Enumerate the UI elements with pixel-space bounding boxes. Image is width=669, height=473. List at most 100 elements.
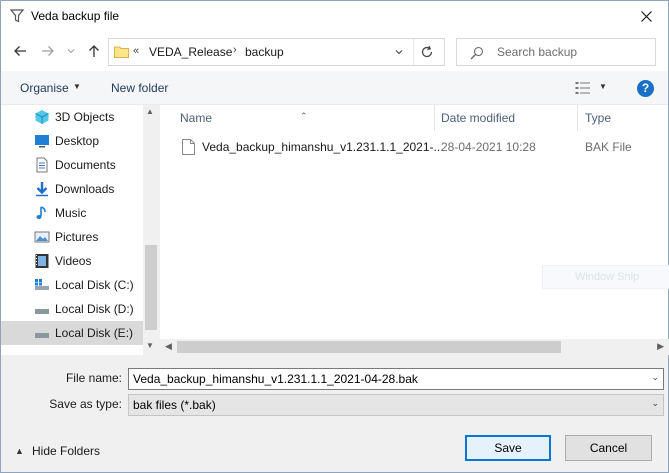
save-form: File name: Veda_backup_himanshu_v1.231.1… bbox=[1, 355, 668, 472]
view-options-dropdown-icon[interactable]: ▼ bbox=[599, 82, 607, 91]
breadcrumb-overflow[interactable]: « bbox=[133, 45, 139, 57]
title-bar: Veda backup file bbox=[1, 1, 668, 32]
new-folder-button[interactable]: New folder bbox=[111, 81, 168, 95]
sidebar-item-downloads[interactable]: Downloads bbox=[1, 177, 143, 201]
file-name-label: File name: bbox=[65, 371, 122, 385]
address-history-dropdown-icon[interactable] bbox=[393, 45, 405, 59]
scroll-down-icon[interactable]: ▼ bbox=[146, 341, 154, 350]
sidebar-item-label: Downloads bbox=[55, 182, 115, 196]
save-as-type-dropdown-icon[interactable]: ⌄ bbox=[651, 398, 659, 409]
address-divider bbox=[413, 39, 414, 65]
save-as-type-label: Save as type: bbox=[49, 397, 122, 411]
sidebar-item-local-disk-e[interactable]: Local Disk (E:) bbox=[1, 321, 143, 345]
sidebar-item-local-disk-d[interactable]: Local Disk (D:) bbox=[1, 297, 143, 321]
drive-d-icon bbox=[35, 309, 49, 314]
sidebar-item-music[interactable]: Music bbox=[1, 201, 143, 225]
window-snip-overlay: Window Snip bbox=[542, 265, 669, 289]
cancel-button[interactable]: Cancel bbox=[565, 435, 652, 461]
scroll-up-icon[interactable]: ▲ bbox=[146, 107, 154, 116]
command-toolbar: Organise ▼ New folder ▼ ? bbox=[1, 71, 668, 105]
help-button[interactable]: ? bbox=[637, 80, 654, 97]
videos-icon bbox=[35, 254, 49, 268]
sidebar-scrollbar[interactable]: ▲ ▼ bbox=[143, 105, 159, 355]
address-bar[interactable]: « VEDA_Release › backup bbox=[108, 38, 445, 66]
file-name-value: Veda_backup_himanshu_v1.231.1.1_2021-04-… bbox=[133, 372, 418, 386]
save-as-type-select[interactable]: bak files (*.bak) ⌄ bbox=[128, 394, 664, 416]
file-list-pane: ⌃ Name Date modified Type Veda_backup_hi… bbox=[159, 105, 669, 355]
organise-menu-button[interactable]: Organise bbox=[20, 81, 69, 95]
close-icon bbox=[640, 10, 652, 22]
save-as-type-value: bak files (*.bak) bbox=[133, 398, 216, 412]
save-button[interactable]: Save bbox=[465, 435, 551, 461]
file-type: BAK File bbox=[585, 140, 632, 154]
arrow-right-icon bbox=[42, 46, 54, 56]
navigation-bar: « VEDA_Release › backup Search backup bbox=[1, 32, 668, 71]
file-icon bbox=[182, 139, 195, 155]
column-header-name[interactable]: ⌃ Name bbox=[160, 105, 434, 131]
hide-folders-label: Hide Folders bbox=[32, 444, 101, 458]
navigation-pane: 3D Objects Desktop Documents Downloads M… bbox=[1, 105, 159, 355]
sidebar-item-documents[interactable]: Documents bbox=[1, 153, 143, 177]
window-snip-label: Window Snip bbox=[575, 271, 640, 283]
sidebar-item-label: Pictures bbox=[55, 230, 99, 244]
breadcrumb-separator[interactable]: › bbox=[233, 44, 237, 56]
scroll-left-icon[interactable]: ◀ bbox=[165, 341, 172, 352]
column-header-label: Type bbox=[585, 111, 612, 125]
file-row[interactable]: Veda_backup_himanshu_v1.231.1.1_2021-...… bbox=[178, 137, 658, 157]
search-icon bbox=[470, 46, 484, 60]
breadcrumb-item-backup[interactable]: backup bbox=[245, 45, 284, 59]
chevron-up-icon: ▲ bbox=[15, 446, 24, 456]
sidebar-item-local-disk-c[interactable]: Local Disk (C:) bbox=[1, 273, 143, 297]
up-folder-button[interactable] bbox=[85, 42, 103, 60]
breadcrumb-item-veda-release[interactable]: VEDA_Release bbox=[149, 45, 232, 59]
music-icon bbox=[36, 206, 46, 219]
forward-button[interactable] bbox=[39, 42, 57, 60]
refresh-icon[interactable] bbox=[420, 45, 434, 59]
sidebar-item-label: Local Disk (C:) bbox=[55, 278, 134, 292]
column-header-type[interactable]: Type bbox=[578, 105, 669, 131]
close-button[interactable] bbox=[632, 5, 660, 27]
sidebar-item-pictures[interactable]: Pictures bbox=[1, 225, 143, 249]
back-button[interactable] bbox=[11, 42, 29, 60]
search-field[interactable]: Search backup bbox=[456, 38, 656, 66]
search-placeholder: Search backup bbox=[497, 45, 578, 59]
folder-icon bbox=[114, 46, 129, 58]
horizontal-scrollbar[interactable]: ◀ ▶ bbox=[160, 339, 669, 355]
file-name-dropdown-icon[interactable]: ⌄ bbox=[651, 372, 659, 383]
arrow-up-icon bbox=[89, 45, 99, 57]
recent-locations-button[interactable] bbox=[64, 42, 78, 60]
sidebar-item-label: Desktop bbox=[55, 134, 100, 148]
column-header-label: Date modified bbox=[441, 111, 516, 125]
file-name-input[interactable]: Veda_backup_himanshu_v1.231.1.1_2021-04-… bbox=[128, 368, 664, 390]
sidebar-item-label: Local Disk (E:) bbox=[55, 326, 134, 340]
view-details-icon[interactable] bbox=[575, 81, 591, 95]
arrow-left-icon bbox=[14, 46, 26, 56]
file-name: Veda_backup_himanshu_v1.231.1.1_2021-... bbox=[202, 140, 444, 154]
save-file-dialog: Veda backup file « VEDA_Release › backup… bbox=[0, 0, 669, 473]
scroll-right-icon[interactable]: ▶ bbox=[657, 341, 664, 352]
sidebar-item-label: Music bbox=[55, 206, 87, 220]
desktop-icon bbox=[35, 135, 49, 148]
sidebar-item-label: 3D Objects bbox=[55, 110, 115, 124]
sidebar-item-desktop[interactable]: Desktop bbox=[1, 129, 143, 153]
filter-funnel-icon bbox=[10, 9, 24, 23]
sidebar-item-label: Local Disk (D:) bbox=[55, 302, 134, 316]
column-header-label: Name bbox=[180, 111, 213, 125]
sidebar-scrollbar-thumb[interactable] bbox=[145, 245, 157, 330]
drive-e-icon bbox=[35, 333, 49, 338]
sidebar-item-label: Documents bbox=[55, 158, 116, 172]
horizontal-scrollbar-thumb[interactable] bbox=[177, 341, 561, 353]
sort-ascending-icon: ⌃ bbox=[300, 111, 308, 121]
pictures-icon bbox=[34, 231, 50, 243]
column-header-date-modified[interactable]: Date modified bbox=[435, 105, 577, 131]
downloads-icon bbox=[36, 182, 48, 197]
3d-objects-icon bbox=[35, 110, 49, 124]
chevron-down-icon bbox=[67, 49, 75, 54]
sidebar-item-3d-objects[interactable]: 3D Objects bbox=[1, 105, 143, 129]
drive-c-icon bbox=[35, 279, 49, 290]
sidebar-item-label: Videos bbox=[55, 254, 92, 268]
file-date-modified: 28-04-2021 10:28 bbox=[441, 140, 536, 154]
sidebar-item-videos[interactable]: Videos bbox=[1, 249, 143, 273]
organise-dropdown-icon[interactable]: ▼ bbox=[73, 82, 81, 91]
window-title: Veda backup file bbox=[31, 9, 120, 23]
